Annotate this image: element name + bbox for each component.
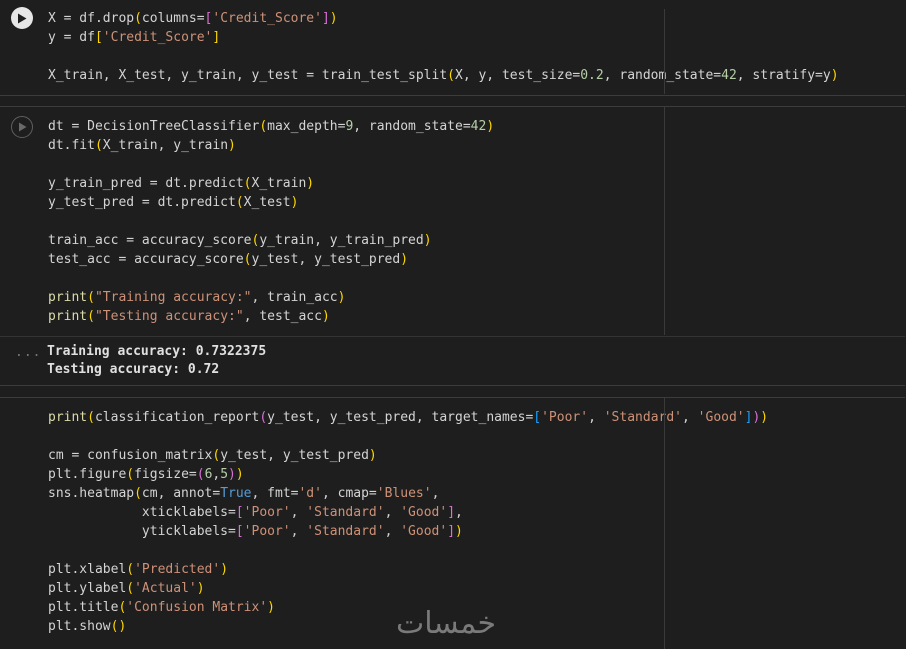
code-line: xticklabels=['Poor', 'Standard', 'Good']… — [48, 505, 463, 520]
code-editor[interactable]: X = df.drop(columns=['Credit_Score']) y … — [48, 9, 839, 85]
code-line: dt = DecisionTreeClassifier(max_depth=9,… — [48, 119, 495, 134]
code-line: test_acc = accuracy_score(y_test, y_test… — [48, 252, 409, 267]
code-line: X_train, X_test, y_train, y_test = train… — [48, 68, 839, 83]
column-ruler — [664, 9, 665, 94]
code-line: dt.fit(X_train, y_train) — [48, 138, 236, 153]
code-line: print(classification_report(y_test, y_te… — [48, 410, 769, 425]
code-editor[interactable]: dt = DecisionTreeClassifier(max_depth=9,… — [48, 117, 494, 326]
code-line: y = df['Credit_Score'] — [48, 30, 221, 45]
cell-output: Training accuracy: 0.7322375 Testing acc… — [47, 343, 266, 379]
code-line: yticklabels=['Poor', 'Standard', 'Good']… — [48, 524, 463, 539]
code-line: y_test_pred = dt.predict(X_test) — [48, 195, 299, 210]
code-line: print("Training accuracy:", train_acc) — [48, 290, 346, 305]
column-ruler — [664, 398, 665, 649]
run-cell-button[interactable] — [11, 116, 33, 138]
code-line: X = df.drop(columns=['Credit_Score']) — [48, 11, 338, 26]
code-line: train_acc = accuracy_score(y_train, y_tr… — [48, 233, 432, 248]
code-line: plt.show() — [48, 619, 127, 634]
output-line: Training accuracy: 0.7322375 — [47, 344, 267, 359]
code-line: sns.heatmap(cm, annot=True, fmt='d', cma… — [48, 486, 440, 501]
code-line: print("Testing accuracy:", test_acc) — [48, 309, 330, 324]
code-cell-1[interactable]: X = df.drop(columns=['Credit_Score']) y … — [0, 0, 905, 96]
output-line: Testing accuracy: 0.72 — [47, 362, 220, 377]
play-icon — [18, 13, 27, 23]
run-cell-button[interactable] — [11, 7, 33, 29]
watermark-logo: خمسات — [396, 606, 497, 641]
code-line: plt.xlabel('Predicted') — [48, 562, 229, 577]
code-line: plt.ylabel('Actual') — [48, 581, 205, 596]
ellipsis-icon[interactable]: ... — [15, 345, 41, 360]
code-line: plt.title('Confusion Matrix') — [48, 600, 275, 615]
code-line: plt.figure(figsize=(6,5)) — [48, 467, 244, 482]
output-separator — [0, 336, 905, 337]
code-line: cm = confusion_matrix(y_test, y_test_pre… — [48, 448, 377, 463]
play-icon — [18, 122, 26, 132]
column-ruler — [664, 107, 665, 335]
code-editor[interactable]: print(classification_report(y_test, y_te… — [48, 408, 768, 636]
code-line: y_train_pred = dt.predict(X_train) — [48, 176, 315, 191]
